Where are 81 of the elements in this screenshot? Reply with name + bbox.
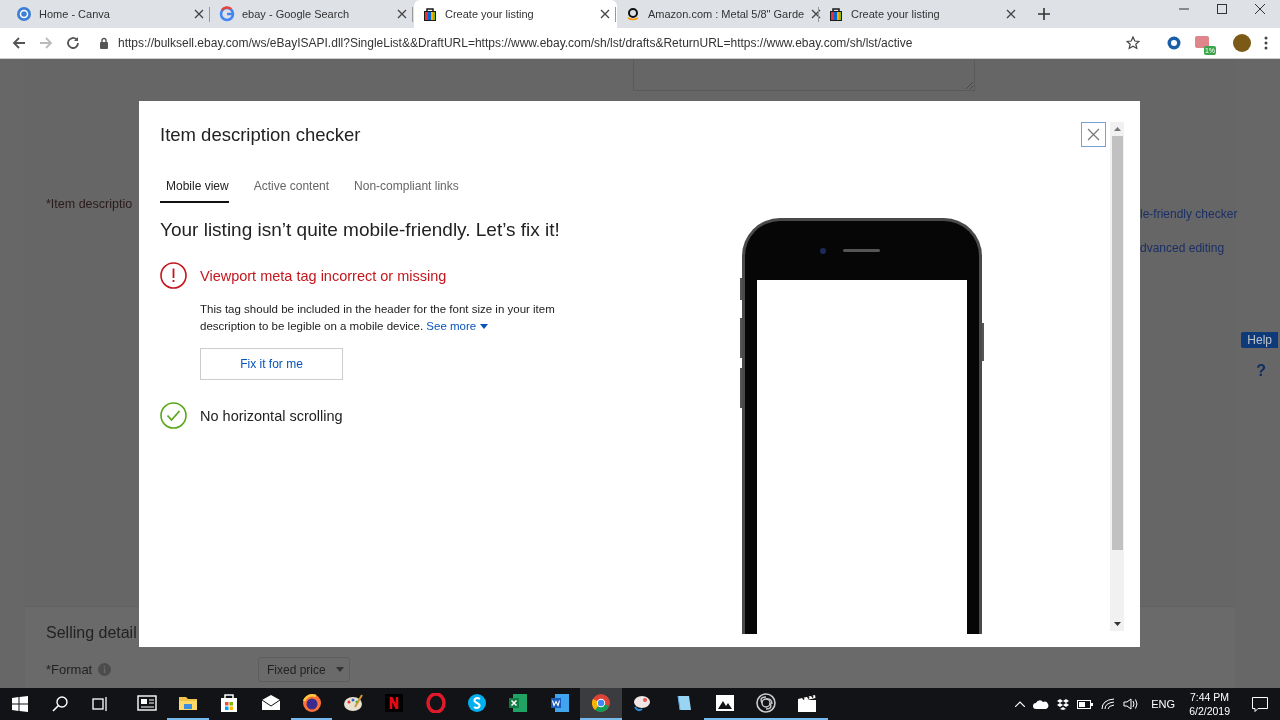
- taskbar-button[interactable]: [580, 688, 622, 720]
- close-icon[interactable]: [1255, 4, 1265, 14]
- clapperboard-icon: [797, 693, 818, 713]
- aperture-icon: [756, 693, 777, 713]
- task-view-icon[interactable]: [92, 696, 108, 712]
- tab-title: Amazon.com : Metal 5/8" Garde: [648, 8, 805, 20]
- resize-grip-icon: [965, 81, 973, 89]
- wifi-icon[interactable]: [1101, 698, 1116, 710]
- browser-tab[interactable]: ebay - Google Search: [211, 0, 414, 28]
- ring-icon: [425, 693, 446, 713]
- tab-title: Create your listing: [445, 8, 535, 20]
- browser-tab[interactable]: Create your listing: [820, 0, 1023, 28]
- help-button[interactable]: Help: [1241, 332, 1278, 348]
- palette-icon: [343, 693, 364, 713]
- scrollbar[interactable]: [1110, 122, 1124, 631]
- dialog-title: Item description checker: [160, 123, 361, 146]
- section-heading: Selling detail: [46, 623, 137, 643]
- fix-button[interactable]: Fix it for me: [200, 348, 343, 380]
- search-icon[interactable]: [52, 696, 68, 712]
- shopping-bag-icon: [219, 693, 240, 713]
- close-icon[interactable]: [194, 9, 204, 19]
- close-icon[interactable]: [397, 9, 407, 19]
- down-arrow-icon[interactable]: [1113, 622, 1121, 626]
- notification-icon[interactable]: [1252, 696, 1268, 712]
- envelope-icon: [260, 693, 281, 713]
- address-bar[interactable]: https://bulksell.ebay.com/ws/eBayISAPI.dll?SingleList&&DraftURL=https://www.ebay.com/sh/lst/drafts&ReturnURL=https://www.ebay.com/sh/lst/active: [99, 30, 1150, 56]
- clock-date[interactable]: 6/2/2019: [1189, 704, 1230, 718]
- plus-icon[interactable]: [1038, 8, 1050, 20]
- bag-icon: [422, 6, 438, 22]
- image-icon: [714, 693, 735, 713]
- caret-icon: [480, 324, 489, 329]
- browser-tab[interactable]: Amazon.com : Metal 5/8" Garde: [617, 0, 820, 28]
- headline: Your listing isn’t quite mobile-friendly. Let’s fix it!: [160, 218, 561, 242]
- up-arrow-icon[interactable]: [1113, 127, 1121, 131]
- circle-icon: [16, 6, 32, 22]
- browser-tab[interactable]: Create your listing: [414, 0, 617, 28]
- cloud-icon[interactable]: [1033, 699, 1050, 709]
- check-title: Viewport meta tag incorrect or missing: [200, 267, 447, 284]
- close-icon[interactable]: [1081, 122, 1106, 147]
- paint-3d-icon: [632, 693, 653, 713]
- tab-title: Create your listing: [851, 8, 941, 20]
- browser-circle-icon: [590, 693, 611, 713]
- close-icon[interactable]: [811, 9, 822, 19]
- close-icon[interactable]: [1006, 9, 1016, 19]
- url-text: https://bulksell.ebay.com/ws/eBayISAPI.dll?SingleList&&DraftURL=https://www.ebay.com/sh/lst/drafts&ReturnURL=https://www.ebay.com/sh/lst/active: [118, 36, 914, 50]
- spreadsheet-icon: [508, 693, 529, 713]
- start-icon[interactable]: [12, 696, 28, 712]
- g-logo-icon: [219, 6, 235, 22]
- caret-icon: [335, 667, 344, 672]
- language-indicator[interactable]: ENG: [1151, 698, 1176, 710]
- back-arrow-icon[interactable]: [12, 36, 26, 50]
- star-icon[interactable]: [1126, 36, 1140, 50]
- browser-tab[interactable]: Home - Canva: [8, 0, 211, 28]
- maximize-icon[interactable]: [1217, 4, 1227, 14]
- field-label: *Format: [46, 662, 93, 677]
- bag-icon: [828, 6, 844, 22]
- box-icon[interactable]: [1057, 698, 1070, 710]
- close-icon[interactable]: [600, 9, 610, 19]
- bubble-icon: [467, 693, 487, 713]
- tile-icon: [384, 693, 405, 713]
- document-icon: [549, 693, 570, 713]
- chevron-up-icon[interactable]: [1015, 701, 1026, 707]
- menu-icon[interactable]: [1264, 36, 1268, 50]
- check-title: No horizontal scrolling: [200, 407, 343, 424]
- avatar-icon[interactable]: [1233, 34, 1251, 52]
- tab[interactable]: Active content: [247, 174, 330, 203]
- smile-arrow-icon: [625, 6, 641, 22]
- globe-icon: [301, 693, 322, 713]
- field-label: *Item descriptio: [46, 196, 133, 213]
- tab[interactable]: Non-compliant links: [348, 174, 459, 203]
- battery-icon[interactable]: [1077, 699, 1094, 709]
- tab-title: Home - Canva: [39, 8, 111, 20]
- check-description: This tag should be included in the header for the font size in your item description to be legible on a mobile device. See more: [200, 301, 580, 335]
- tab-title: ebay - Google Search: [242, 8, 350, 20]
- see-more-link[interactable]: See more: [426, 318, 489, 335]
- clock-time[interactable]: 7:44 PM: [1190, 690, 1230, 704]
- reload-icon[interactable]: [66, 36, 80, 50]
- news-icon: [136, 693, 157, 713]
- lock-icon: [99, 37, 109, 49]
- speaker-icon[interactable]: [1123, 698, 1140, 710]
- tab[interactable]: Mobile view: [160, 174, 229, 203]
